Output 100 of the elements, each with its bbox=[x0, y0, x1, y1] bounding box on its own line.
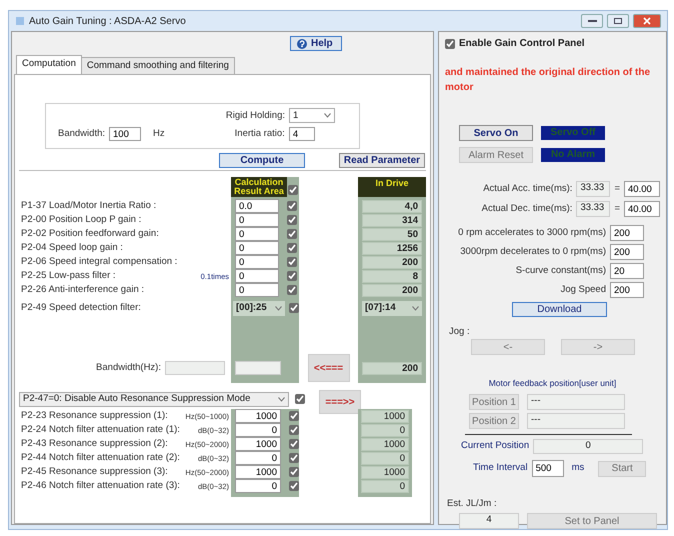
compute-button[interactable]: Compute bbox=[219, 153, 305, 168]
checkbox[interactable] bbox=[287, 201, 297, 212]
checkbox[interactable] bbox=[287, 215, 297, 226]
value-field[interactable]: 200 bbox=[610, 282, 644, 298]
checkbox[interactable] bbox=[287, 229, 297, 240]
parameter-label: P2-44 Notch filter attenuation rate (2): bbox=[21, 451, 180, 466]
estimate-field: 4 bbox=[459, 513, 519, 530]
value-field[interactable]: 1000 bbox=[235, 409, 281, 424]
bandwidth-field[interactable] bbox=[165, 361, 225, 376]
interval-field[interactable]: 500 bbox=[532, 460, 564, 477]
field-label: Jog Speed bbox=[560, 282, 606, 297]
checkbox[interactable] bbox=[289, 303, 299, 314]
filter-dropdown[interactable]: [07]:14 bbox=[362, 300, 422, 316]
value-field[interactable]: 0 bbox=[235, 283, 279, 298]
parameter-label: P2-02 Position feedforward gain: bbox=[21, 227, 159, 242]
position-field: --- bbox=[527, 413, 625, 429]
bandwidth-result-field[interactable] bbox=[235, 361, 281, 376]
checkbox[interactable] bbox=[289, 411, 299, 422]
parameter-label: P2-49 Speed detection filter: bbox=[21, 301, 141, 316]
value-field[interactable]: 0 bbox=[235, 241, 279, 256]
value-field[interactable]: 0 bbox=[235, 269, 279, 284]
parameter-label: P2-06 Speed integral compensation : bbox=[21, 255, 178, 270]
field-label: Time Interval bbox=[473, 461, 528, 476]
unit-label: ms bbox=[572, 461, 584, 476]
tab[interactable]: Computation bbox=[16, 55, 82, 74]
checkbox[interactable] bbox=[287, 257, 297, 268]
field-label: Est. JL/Jm : bbox=[447, 497, 498, 511]
window-title: Auto Gain Tuning : ASDA-A2 Servo bbox=[29, 14, 186, 28]
value-field[interactable]: 200 bbox=[610, 225, 644, 241]
checkbox[interactable] bbox=[287, 243, 297, 254]
drive-value: 1000 bbox=[361, 410, 409, 423]
warning-message: and maintained the original direction of the motor bbox=[445, 66, 652, 95]
value-field[interactable]: 0 bbox=[235, 213, 279, 228]
drive-value: 0 bbox=[361, 480, 409, 493]
value-field[interactable]: 0 bbox=[235, 423, 281, 438]
parameter-label: P2-04 Speed loop gain : bbox=[21, 241, 123, 256]
read-arrow-button[interactable]: <<=== bbox=[308, 354, 350, 382]
equals-sign: = bbox=[614, 202, 620, 216]
value-field[interactable]: 0 bbox=[235, 227, 279, 242]
drive-value: 200 bbox=[362, 362, 422, 375]
rigid-holding-dropdown[interactable]: 1 bbox=[289, 108, 335, 124]
parameter-label: P2-46 Notch filter attenuation rate (3): bbox=[21, 479, 180, 494]
value-field[interactable]: 1000 bbox=[235, 437, 281, 452]
value-field[interactable]: 1000 bbox=[235, 465, 281, 480]
value-field[interactable]: 0.0 bbox=[235, 199, 279, 214]
parameter-label: P2-24 Notch filter attenuation rate (1): bbox=[21, 423, 180, 438]
parameter-label: P2-00 Position Loop P gain : bbox=[21, 213, 142, 228]
parameter-label: P2-43 Resonance suppression (2): bbox=[21, 437, 168, 452]
field-label: Bandwidth: bbox=[58, 127, 106, 142]
caret-icon bbox=[324, 113, 331, 118]
caret-icon bbox=[412, 306, 419, 311]
enable-checkbox[interactable] bbox=[445, 38, 455, 48]
checkbox[interactable] bbox=[287, 271, 297, 282]
drive-value: 0 bbox=[361, 452, 409, 465]
value-field[interactable]: 0 bbox=[235, 479, 281, 494]
help-button[interactable]: Help bbox=[290, 36, 342, 51]
alarm-status: No Alarm bbox=[541, 148, 605, 162]
time-field[interactable]: 40.00 bbox=[624, 181, 660, 197]
field-label: Bandwidth(Hz): bbox=[96, 361, 161, 376]
parameter-label: P2-23 Resonance suppression (1): bbox=[21, 409, 168, 424]
bandwidth-field[interactable]: 100 bbox=[109, 127, 142, 142]
value-field[interactable]: 0 bbox=[235, 451, 281, 466]
drive-value: 4,0 bbox=[362, 200, 422, 213]
column-header: In Drive bbox=[358, 177, 426, 198]
download-button[interactable]: Download bbox=[512, 302, 607, 317]
caret-icon bbox=[275, 306, 282, 311]
mode-dropdown[interactable]: P2-47=0: Disable Auto Resonance Suppression Mode bbox=[19, 392, 289, 407]
drive-value: 0 bbox=[361, 424, 409, 437]
servo-status: Servo Off bbox=[541, 126, 605, 140]
read-parameter-button[interactable]: Read Parameter bbox=[339, 153, 425, 168]
equals-sign: = bbox=[614, 182, 620, 196]
value-field[interactable]: 200 bbox=[610, 244, 644, 260]
inertia-ratio-field[interactable]: 4 bbox=[288, 127, 315, 142]
checkbox[interactable] bbox=[287, 285, 297, 296]
drive-value: 200 bbox=[362, 284, 422, 297]
servo-on-button[interactable]: Servo On bbox=[459, 125, 533, 141]
checkbox[interactable] bbox=[295, 394, 305, 404]
filter-dropdown[interactable]: [00]:25 bbox=[233, 300, 285, 316]
maximize-icon[interactable] bbox=[607, 14, 629, 28]
field-label: Current Position bbox=[461, 439, 530, 454]
value-field[interactable]: 0 bbox=[235, 255, 279, 270]
time-field[interactable]: 40.00 bbox=[624, 201, 660, 217]
checkbox[interactable] bbox=[289, 453, 299, 464]
checkbox[interactable] bbox=[289, 439, 299, 450]
caret-icon bbox=[278, 396, 285, 402]
drive-value: 50 bbox=[362, 228, 422, 241]
actual-time-field: 33.33 bbox=[576, 201, 610, 217]
write-arrow-button[interactable]: ===>> bbox=[319, 390, 361, 414]
close-icon[interactable] bbox=[633, 14, 661, 28]
drive-value: 1000 bbox=[361, 466, 409, 479]
value-field[interactable]: 20 bbox=[610, 263, 644, 279]
parameter-label: P2-26 Anti-interference gain : bbox=[21, 283, 144, 298]
minimize-icon[interactable] bbox=[581, 14, 603, 28]
field-label: Inertia ratio: bbox=[234, 127, 285, 142]
checkbox[interactable] bbox=[289, 425, 299, 436]
checkbox[interactable] bbox=[289, 481, 299, 492]
select-all-checkbox[interactable] bbox=[288, 185, 298, 196]
tab[interactable]: Command smoothing and filtering bbox=[80, 57, 235, 74]
checkbox[interactable] bbox=[289, 467, 299, 478]
position-field: --- bbox=[527, 394, 625, 410]
